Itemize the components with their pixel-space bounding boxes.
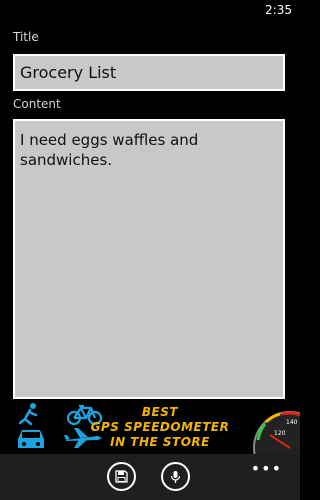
- car-icon: [18, 430, 44, 448]
- save-icon: [115, 470, 128, 483]
- title-input[interactable]: Grocery List: [13, 54, 285, 91]
- ad-line-2: GPS SPEEDOMETER: [90, 420, 230, 434]
- runner-icon: [18, 403, 38, 426]
- ad-line-1: BEST: [141, 405, 179, 419]
- save-button[interactable]: [107, 462, 136, 491]
- app-bar: •••: [0, 454, 300, 500]
- status-bar: 2:35: [0, 0, 300, 22]
- microphone-icon: [170, 470, 181, 483]
- ad-line-3: IN THE STORE: [110, 435, 210, 449]
- more-options-button[interactable]: •••: [251, 459, 282, 478]
- clock: 2:35: [265, 3, 292, 17]
- content-label: Content: [13, 97, 61, 111]
- title-label: Title: [13, 30, 39, 44]
- microphone-button[interactable]: [161, 462, 190, 491]
- speedometer-icon: 120 140: [253, 411, 300, 454]
- ad-banner[interactable]: 120 140 BEST GPS SPEEDOMETER IN THE STOR…: [0, 402, 300, 454]
- ad-text: BEST GPS SPEEDOMETER IN THE STORE: [70, 405, 250, 450]
- content-textarea[interactable]: I need eggs waffles and sandwiches.: [13, 119, 285, 399]
- gauge-tick: 140: [286, 419, 298, 426]
- gauge-tick: 120: [274, 430, 286, 437]
